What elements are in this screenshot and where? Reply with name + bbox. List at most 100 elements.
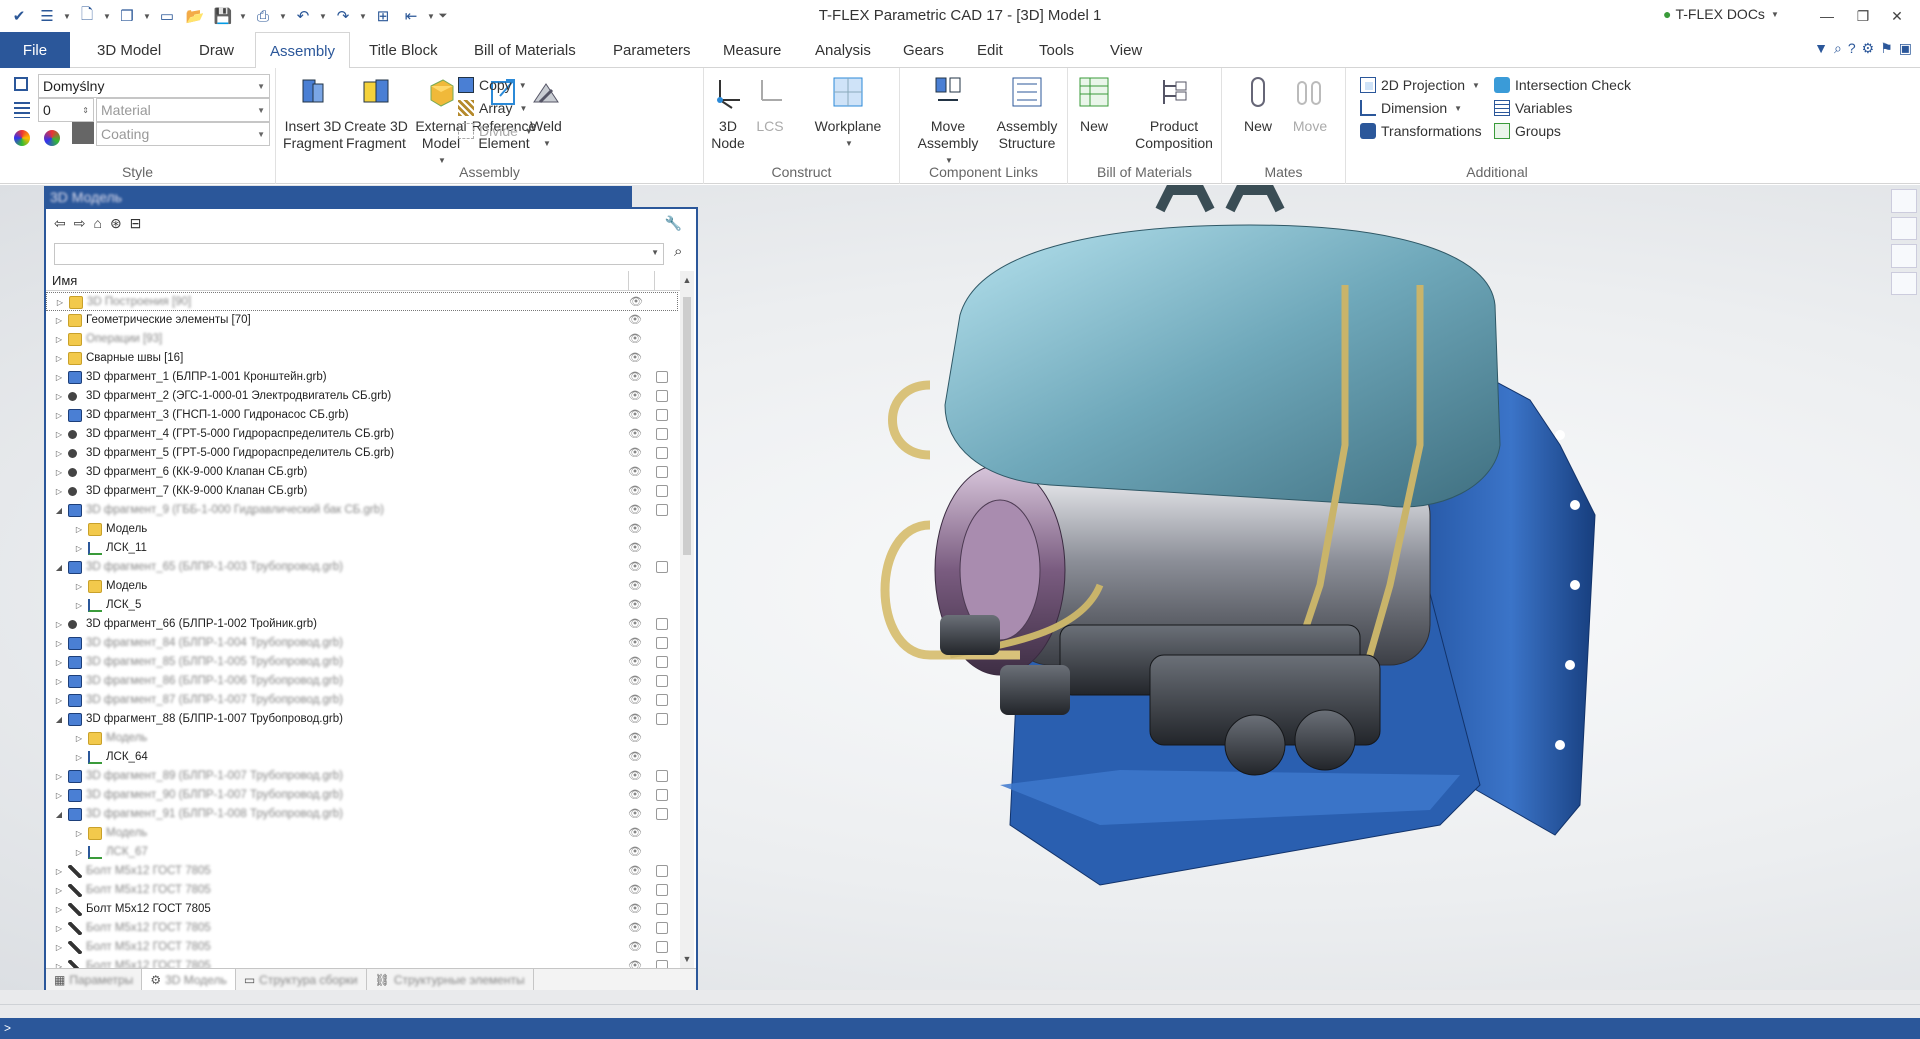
visibility-eye-icon[interactable]: 👁 (628, 596, 642, 615)
array-button[interactable]: Array ▼ (458, 100, 527, 116)
expand-toggle-icon[interactable]: ▷ (54, 957, 64, 968)
expand-toggle-icon[interactable]: ▷ (54, 482, 64, 501)
coating-select[interactable]: Coating ▼ (96, 122, 270, 146)
tab-parameters-panel[interactable]: ▦ Параметры (46, 969, 143, 991)
layer-toggle-icon[interactable] (656, 485, 668, 497)
tree-row[interactable]: ▷ 3D фрагмент_3 (ГНСП-1-000 Гидронасос СБ… (46, 406, 678, 425)
tree-row[interactable]: ▷ Модель 👁 (46, 824, 678, 843)
tab-3d-model-panel[interactable]: ⚙ 3D Модель (142, 969, 236, 991)
bom-new-button[interactable]: New (1076, 74, 1112, 135)
collapse-icon[interactable]: ⊟ (130, 215, 142, 232)
visibility-column-icon[interactable] (628, 271, 654, 291)
expand-toggle-icon[interactable]: ▷ (54, 672, 64, 691)
expand-toggle-icon[interactable]: ▷ (54, 311, 64, 330)
settings-gear-icon[interactable]: ⚙ (1862, 40, 1875, 57)
tree-row[interactable]: ▷ ЛСК_64 👁 (46, 748, 678, 767)
visibility-eye-icon[interactable]: 👁 (628, 577, 642, 596)
visibility-eye-icon[interactable]: 👁 (628, 900, 642, 919)
tab-assembly[interactable]: Assembly (255, 32, 351, 69)
measure-icon[interactable]: ⊞ (370, 4, 396, 28)
view-cube-icon[interactable] (1891, 189, 1917, 213)
tree-row[interactable]: ▷ 3D Построения [90] 👁 (46, 292, 678, 311)
tab-file[interactable]: File (0, 32, 70, 68)
expand-toggle-icon[interactable]: ▷ (54, 881, 64, 900)
tab-edit[interactable]: Edit (977, 42, 1003, 59)
tab-bill-of-materials[interactable]: Bill of Materials (474, 42, 576, 59)
tree-row[interactable]: ▷ Операции [93] 👁 (46, 330, 678, 349)
tree-row[interactable]: ▷ 3D фрагмент_87 (БЛПР-1-007 Трубопровод.… (46, 691, 678, 710)
visibility-eye-icon[interactable]: 👁 (628, 729, 642, 748)
tree-row[interactable]: ▷ 3D фрагмент_90 (БЛПР-1-007 Трубопровод.… (46, 786, 678, 805)
product-composition-button[interactable]: Product Composition (1130, 74, 1218, 152)
find-command-icon[interactable]: ⌕ (1834, 40, 1842, 57)
format-icon[interactable]: ⇤ (398, 4, 424, 28)
mates-new-button[interactable]: New (1240, 74, 1276, 135)
expand-toggle-icon[interactable]: ▷ (54, 653, 64, 672)
tab-measure[interactable]: Measure (723, 42, 781, 59)
layer-toggle-icon[interactable] (656, 884, 668, 896)
layer-toggle-icon[interactable] (656, 770, 668, 782)
layer-toggle-icon[interactable] (656, 675, 668, 687)
visibility-eye-icon[interactable]: 👁 (628, 824, 642, 843)
tree-row[interactable]: ▷ 3D фрагмент_6 (КК-9-000 Клапан СБ.grb) 👁 (46, 463, 678, 482)
tree-row[interactable]: ▷ ЛСК_11 👁 (46, 539, 678, 558)
tab-gears[interactable]: Gears (903, 42, 944, 59)
layer-toggle-icon[interactable] (656, 694, 668, 706)
menu-icon[interactable]: ☰ (34, 4, 60, 28)
expand-toggle-icon[interactable]: ▷ (54, 444, 64, 463)
scroll-up-icon[interactable]: ▲ (680, 275, 694, 285)
visibility-eye-icon[interactable]: 👁 (628, 786, 642, 805)
expand-toggle-icon[interactable]: ▷ (54, 786, 64, 805)
new-dropdown-icon[interactable]: ▼ (102, 12, 112, 21)
tab-draw[interactable]: Draw (199, 42, 234, 59)
copy-button[interactable]: Copy ▼ (458, 77, 527, 93)
app-logo-icon[interactable]: ✔ (6, 4, 32, 28)
tree-row[interactable]: ▷ Сварные швы [16] 👁 (46, 349, 678, 368)
tree-row[interactable]: ▷ Болт М5х12 ГОСТ 7805 👁 (46, 900, 678, 919)
tflex-docs-button[interactable]: ● T-FLEX DOCs ▼ (1663, 6, 1779, 22)
visibility-eye-icon[interactable]: 👁 (628, 349, 642, 368)
expand-toggle-icon[interactable]: ▷ (54, 767, 64, 786)
new-3d-dropdown-icon[interactable]: ▼ (142, 12, 152, 21)
visibility-eye-icon[interactable]: 👁 (628, 330, 642, 349)
expand-toggle-icon[interactable]: ▷ (54, 330, 64, 349)
layer-toggle-icon[interactable] (656, 409, 668, 421)
visibility-eye-icon[interactable]: 👁 (628, 919, 642, 938)
layer-toggle-icon[interactable] (656, 371, 668, 383)
intersection-check-button[interactable]: Intersection Check (1494, 77, 1631, 93)
tree-row[interactable]: ▷ ЛСК_5 👁 (46, 596, 678, 615)
groups-button[interactable]: Groups (1494, 123, 1561, 139)
2d-projection-button[interactable]: 2D Projection ▼ (1360, 77, 1480, 93)
expand-toggle-icon[interactable]: ▷ (54, 349, 64, 368)
visibility-eye-icon[interactable]: 👁 (628, 539, 642, 558)
shading-icon[interactable] (1891, 216, 1917, 240)
visibility-eye-icon[interactable]: 👁 (628, 311, 642, 330)
tree-row[interactable]: ▷ 3D фрагмент_89 (БЛПР-1-007 Трубопровод.… (46, 767, 678, 786)
flag-icon[interactable]: ⚑ (1880, 40, 1893, 57)
wrench-icon[interactable]: 🔧 (665, 215, 682, 232)
expand-toggle-icon[interactable]: ▷ (74, 748, 84, 767)
visibility-eye-icon[interactable]: 👁 (628, 444, 642, 463)
scroll-thumb[interactable] (683, 297, 691, 555)
tree-row[interactable]: ▷ Модель 👁 (46, 577, 678, 596)
format-dropdown-icon[interactable]: ▼ (426, 12, 436, 21)
weld-button[interactable]: Weld ▼ (526, 74, 566, 152)
tools-icon[interactable] (1891, 271, 1917, 295)
material-select[interactable]: Material ▼ (96, 98, 270, 122)
tree-row[interactable]: ▷ 3D фрагмент_86 (БЛПР-1-006 Трубопровод.… (46, 672, 678, 691)
layer-toggle-icon[interactable] (656, 504, 668, 516)
expand-toggle-icon[interactable]: ▷ (54, 615, 64, 634)
layer-toggle-icon[interactable] (656, 390, 668, 402)
tree-row[interactable]: ▷ 3D фрагмент_2 (ЭГС-1-000-01 Электродвиг… (46, 387, 678, 406)
window-layout-icon[interactable]: ▣ (1899, 40, 1912, 57)
expand-toggle-icon[interactable]: ▷ (54, 406, 64, 425)
lcs-button[interactable]: LCS (752, 74, 788, 135)
visibility-eye-icon[interactable]: 👁 (628, 672, 642, 691)
expand-toggle-icon[interactable]: ◢ (54, 558, 64, 577)
tree-row[interactable]: ▷ 3D фрагмент_4 (ГРТ-5-000 Гидрораспредел… (46, 425, 678, 444)
tree-row[interactable]: ▷ Болт М5х12 ГОСТ 7805 👁 (46, 938, 678, 957)
tree-row[interactable]: ▷ 3D фрагмент_84 (БЛПР-1-004 Трубопровод.… (46, 634, 678, 653)
forward-arrow-icon[interactable]: ⇨ (74, 215, 86, 232)
layer-stepper[interactable]: 0 ⇕ (38, 98, 94, 122)
visibility-eye-icon[interactable]: 👁 (628, 634, 642, 653)
